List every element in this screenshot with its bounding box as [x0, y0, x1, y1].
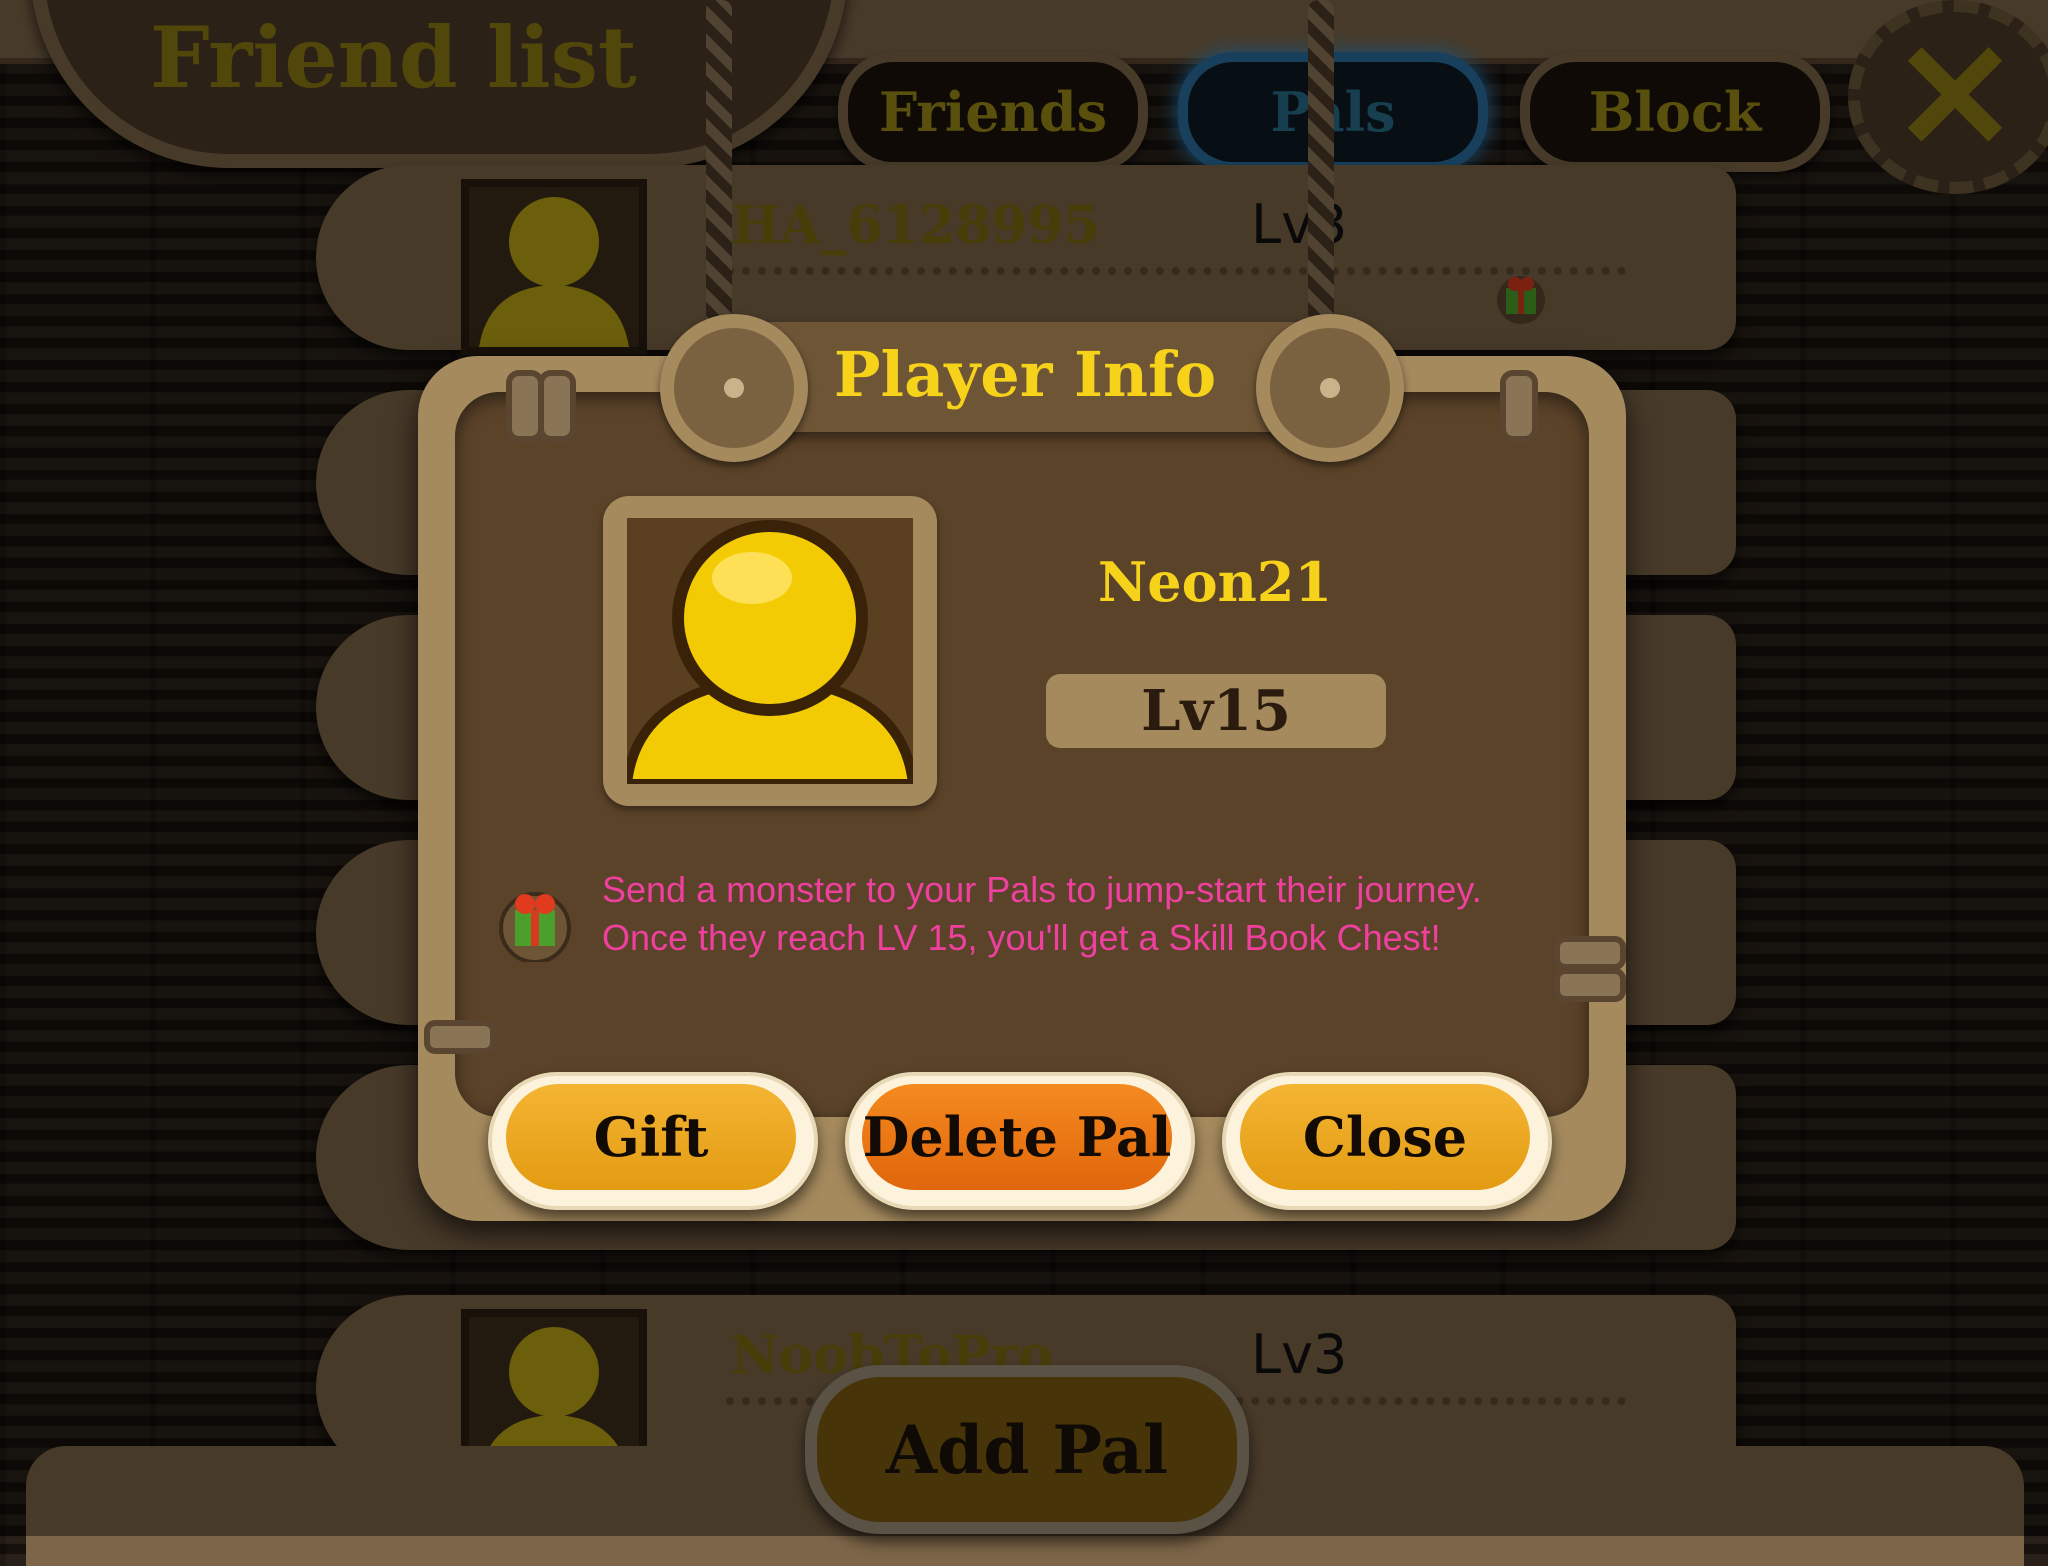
person-icon [627, 520, 913, 784]
dialog-title: Player Info [833, 338, 1217, 411]
pal-reward-description: Send a monster to your Pals to jump-star… [602, 869, 1482, 958]
hook [424, 1020, 496, 1054]
player-avatar [627, 518, 913, 784]
hook [1554, 936, 1626, 970]
player-level-badge: Lv15 [1046, 674, 1386, 748]
gift-button[interactable]: Gift [506, 1084, 796, 1190]
close-button[interactable]: Close [1240, 1084, 1530, 1190]
delete-pal-button[interactable]: Delete Pal [862, 1084, 1172, 1190]
gift-icon [495, 880, 575, 964]
hook [1500, 370, 1538, 442]
hook [1554, 968, 1626, 1002]
player-name: Neon21 [1097, 550, 1333, 614]
hook [538, 370, 576, 442]
